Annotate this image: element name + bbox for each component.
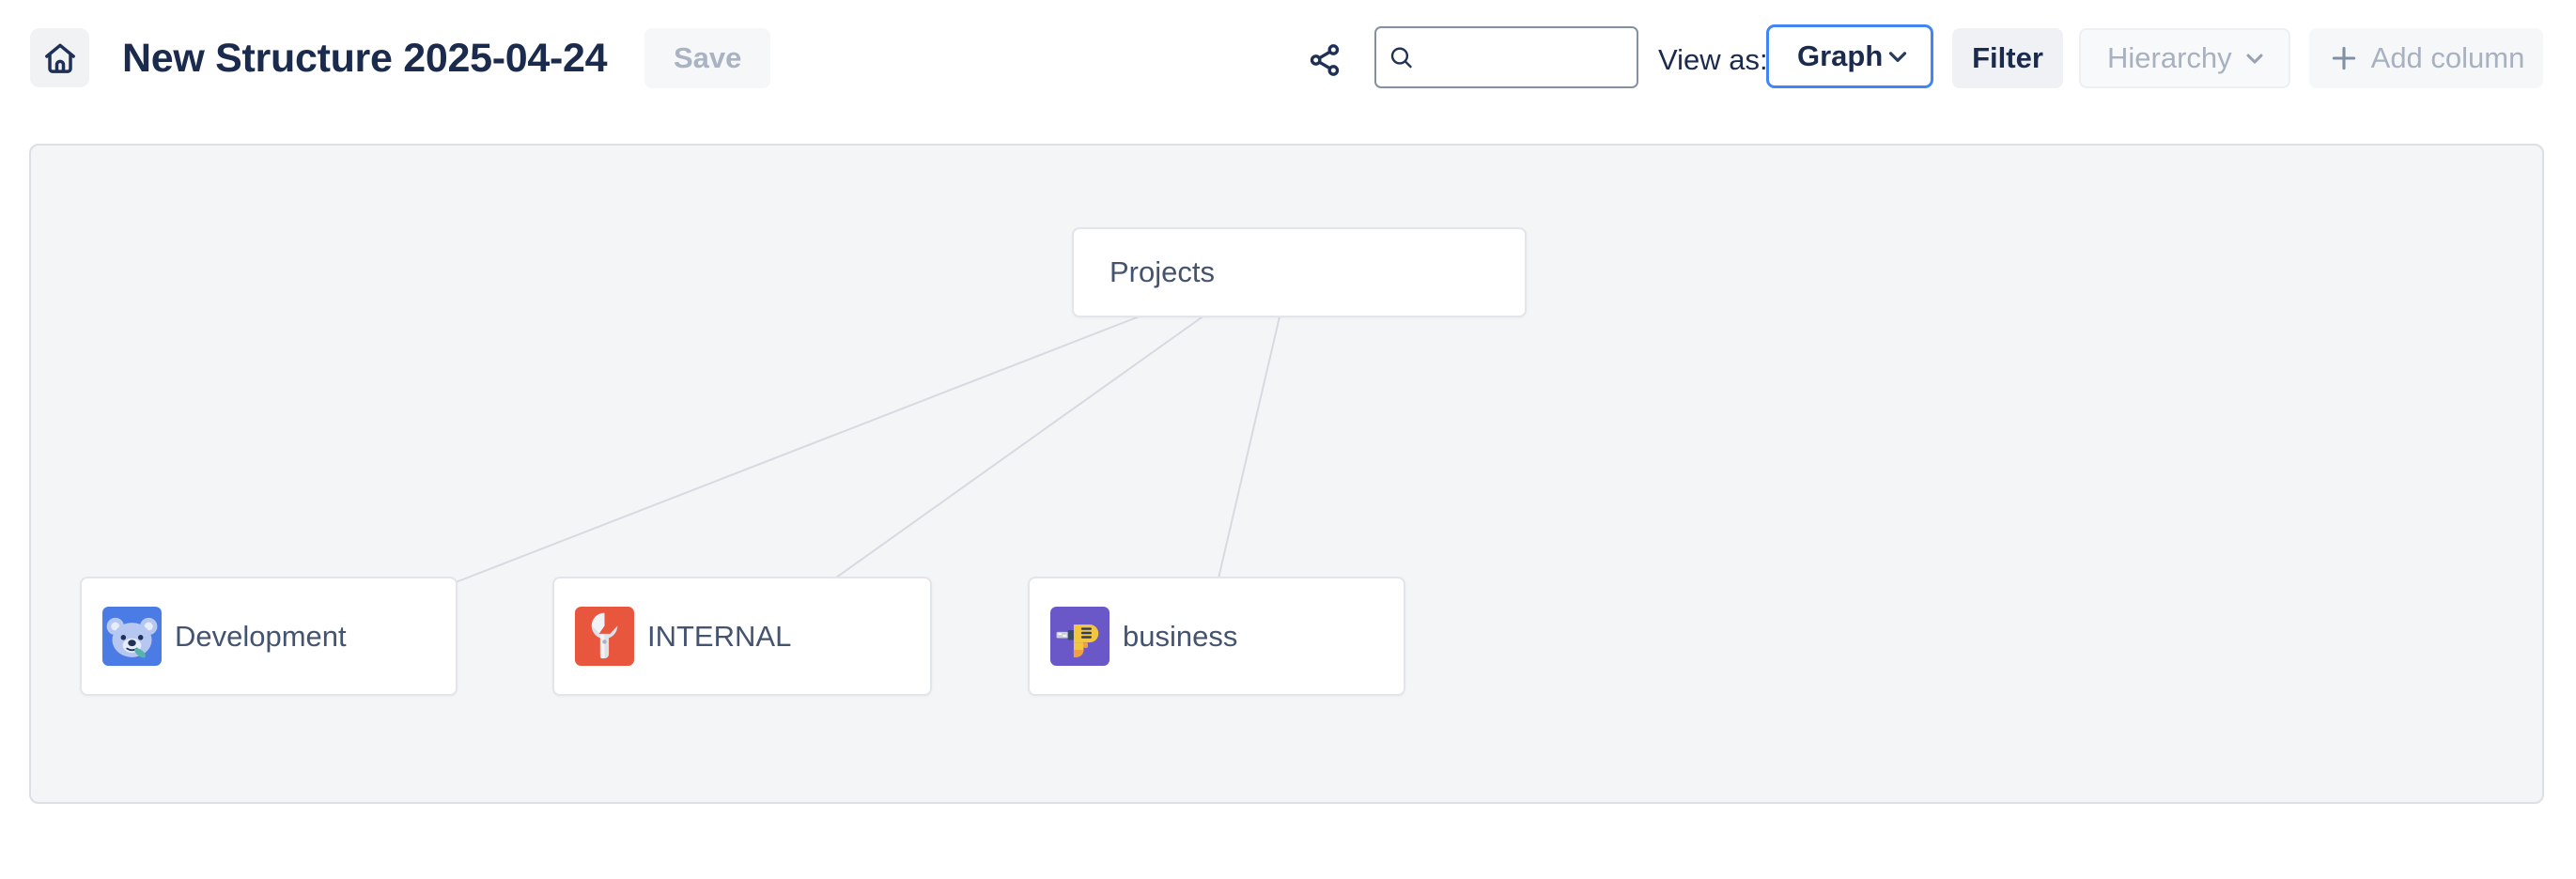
home-icon bbox=[41, 39, 79, 77]
structure-app: New Structure 2025-04-24 Save View as: G… bbox=[0, 0, 2576, 879]
view-mode-value: Graph bbox=[1797, 39, 1883, 73]
graph-node-development[interactable]: Development bbox=[80, 577, 458, 696]
filter-button[interactable]: Filter bbox=[1952, 28, 2063, 88]
search-input[interactable] bbox=[1424, 42, 1625, 73]
hierarchy-select[interactable]: Hierarchy bbox=[2079, 28, 2290, 88]
home-button[interactable] bbox=[30, 28, 89, 87]
koala-avatar bbox=[102, 607, 162, 666]
plus-icon bbox=[2328, 42, 2360, 74]
hierarchy-value: Hierarchy bbox=[2107, 41, 2232, 75]
graph-node-business[interactable]: business bbox=[1028, 577, 1405, 696]
add-column-button[interactable]: Add column bbox=[2309, 28, 2543, 88]
toolbar: New Structure 2025-04-24 Save View as: G… bbox=[0, 0, 2576, 144]
chevron-down-icon bbox=[1884, 42, 1912, 70]
graph-canvas[interactable]: Projects Development bbox=[29, 144, 2544, 804]
add-column-label: Add column bbox=[2371, 41, 2525, 75]
share-icon bbox=[1306, 41, 1343, 79]
save-button[interactable]: Save bbox=[644, 28, 770, 88]
search-icon bbox=[1388, 41, 1415, 73]
edge-projects-business bbox=[1218, 313, 1280, 582]
view-as-label: View as: bbox=[1658, 43, 1768, 77]
node-label: INTERNAL bbox=[647, 620, 791, 654]
wrench-avatar bbox=[575, 607, 634, 666]
page-title: New Structure 2025-04-24 bbox=[122, 36, 607, 82]
chevron-down-icon bbox=[2242, 45, 2268, 71]
node-label: business bbox=[1123, 620, 1237, 654]
node-label: Development bbox=[175, 620, 347, 654]
graph-node-internal[interactable]: INTERNAL bbox=[552, 577, 932, 696]
share-button[interactable] bbox=[1304, 39, 1345, 81]
edge-projects-development bbox=[456, 313, 1149, 582]
node-label: Projects bbox=[1110, 255, 1215, 289]
drill-avatar bbox=[1050, 607, 1110, 666]
graph-node-projects[interactable]: Projects bbox=[1072, 227, 1527, 317]
search-box bbox=[1374, 26, 1638, 88]
edge-projects-internal bbox=[830, 313, 1208, 582]
view-mode-select[interactable]: Graph bbox=[1766, 24, 1933, 88]
